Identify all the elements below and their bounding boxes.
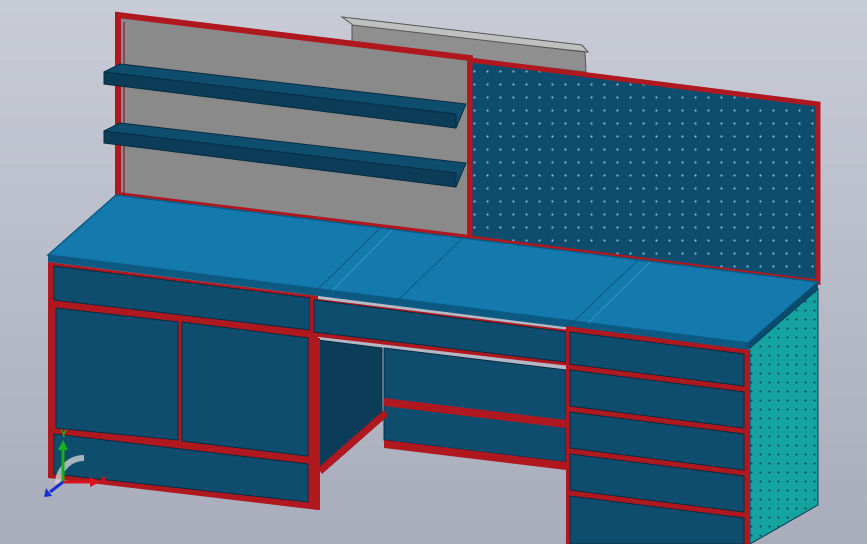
cad-graphics-viewport[interactable]: Y X — [0, 0, 867, 544]
x-axis-label: X — [100, 475, 108, 487]
workbench-3d-model[interactable]: Y X — [0, 0, 867, 544]
right-drawer-stack — [566, 326, 750, 544]
left-cabinet — [48, 262, 318, 510]
y-axis-label: Y — [60, 428, 68, 440]
center-knee-space — [310, 298, 570, 510]
